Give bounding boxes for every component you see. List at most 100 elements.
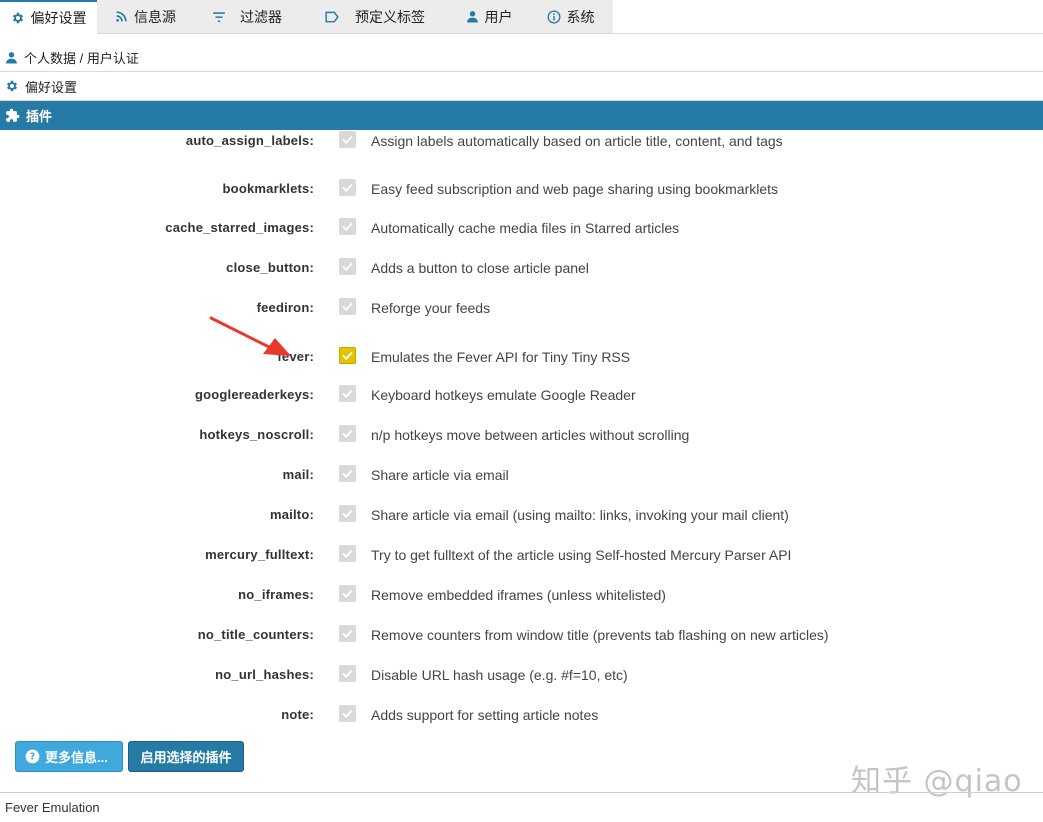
help-icon: ? (25, 749, 40, 764)
plugin-checkbox[interactable] (339, 465, 356, 482)
plugin-name: close_button: (226, 260, 314, 275)
enable-selected-plugins-button[interactable]: 启用选择的插件 (128, 741, 244, 772)
plugin-checkbox-checked[interactable] (339, 347, 356, 364)
filter-icon (213, 11, 225, 22)
check-icon (342, 709, 353, 718)
check-icon (342, 351, 353, 360)
plugin-name: mail: (282, 467, 314, 482)
rss-icon (116, 11, 127, 22)
section-plugins-header[interactable]: 插件 (0, 101, 1043, 130)
user-icon (6, 51, 17, 63)
plugin-name: note: (281, 707, 314, 722)
plugin-row: mail: Share article via email (0, 463, 1043, 487)
plugin-name: no_url_hashes: (215, 667, 314, 682)
plugin-checkbox[interactable] (339, 298, 356, 315)
plugin-checkbox[interactable] (339, 505, 356, 522)
label-icon (325, 11, 339, 22)
plugin-description: Reforge your feeds (371, 300, 491, 316)
check-icon (342, 549, 353, 558)
plugin-name: no_iframes: (238, 587, 314, 602)
plugin-row: hotkeys_noscroll: n/p hotkeys move betwe… (0, 423, 1043, 447)
plugin-row: auto_assign_labels: Assign labels automa… (0, 130, 1043, 153)
gear-icon (6, 80, 18, 92)
plugin-description: Emulates the Fever API for Tiny Tiny RSS (371, 349, 631, 365)
plugin-description: Automatically cache media files in Starr… (371, 220, 680, 236)
plugin-description: Remove counters from window title (preve… (371, 627, 829, 643)
tab-filters[interactable]: 过滤器 (194, 0, 300, 33)
plugin-description: Try to get fulltext of the article using… (371, 547, 792, 563)
tab-label: 信息源 (134, 8, 176, 25)
plugin-row: no_url_hashes: Disable URL hash usage (e… (0, 663, 1043, 687)
plugin-description: Adds support for setting article notes (371, 707, 599, 723)
plugin-checkbox[interactable] (339, 131, 356, 148)
plugin-description: n/p hotkeys move between articles withou… (371, 427, 690, 443)
plugin-row: close_button: Adds a button to close art… (0, 256, 1043, 280)
check-icon (342, 183, 353, 192)
check-icon (342, 429, 353, 438)
button-label: 启用选择的插件 (140, 750, 232, 765)
annotation-arrow (209, 316, 291, 356)
more-info-button[interactable]: ? 更多信息... (15, 741, 123, 772)
tab-feeds[interactable]: 信息源 (97, 0, 194, 33)
plugin-row: note: Adds support for setting article n… (0, 703, 1043, 727)
puzzle-icon (6, 108, 20, 122)
tab-system[interactable]: 系统 (528, 0, 613, 33)
plugin-checkbox[interactable] (339, 258, 356, 275)
plugin-description: Easy feed subscription and web page shar… (371, 181, 779, 197)
tab-strip: 偏好设置 信息源 过滤器 预定义标签 用户 系统 (0, 0, 613, 34)
plugin-checkbox[interactable] (339, 385, 356, 402)
svg-text:?: ? (30, 752, 35, 763)
section-title: 插件 (26, 109, 53, 124)
plugin-description: Remove embedded iframes (unless whitelis… (371, 587, 666, 603)
tab-label: 用户 (484, 8, 513, 25)
plugin-row-fever: fever: Emulates the Fever API for Tiny T… (0, 345, 1043, 369)
button-label: 更多信息... (45, 750, 108, 765)
tab-labels[interactable]: 预定义标签 (300, 0, 450, 33)
plugin-description: Adds a button to close article panel (371, 260, 589, 276)
plugin-list[interactable]: auto_assign_labels: Assign labels automa… (0, 130, 1043, 735)
plugin-name: auto_assign_labels: (185, 133, 314, 148)
check-icon (342, 389, 353, 398)
tab-label: 偏好设置 (30, 10, 87, 26)
check-icon (342, 469, 353, 478)
plugin-checkbox[interactable] (339, 585, 356, 602)
section-preferences-header[interactable]: 偏好设置 (0, 72, 1043, 101)
plugin-description: Share article via email (371, 467, 509, 483)
check-icon (342, 589, 353, 598)
check-icon (342, 509, 353, 518)
section-title: 个人数据 / 用户认证 (24, 50, 139, 66)
plugin-name: googlereaderkeys: (194, 387, 314, 402)
tab-users[interactable]: 用户 (450, 0, 528, 33)
plugin-row: mailto: Share article via email (using m… (0, 503, 1043, 527)
plugin-checkbox[interactable] (339, 625, 356, 642)
plugin-description: Assign labels automatically based on art… (371, 133, 783, 149)
plugin-name: hotkeys_noscroll: (199, 427, 314, 442)
user-icon (466, 11, 478, 23)
status-bar: Fever Emulation (0, 792, 1043, 822)
plugin-row: bookmarklets: Easy feed subscription and… (0, 177, 1043, 201)
plugin-description: Keyboard hotkeys emulate Google Reader (371, 387, 636, 403)
check-icon (342, 669, 353, 678)
top-tab-bar: 偏好设置 信息源 过滤器 预定义标签 用户 系统 (0, 0, 1043, 34)
plugin-row: mercury_fulltext: Try to get fulltext of… (0, 543, 1043, 567)
plugin-row: cache_starred_images: Automatically cach… (0, 216, 1043, 240)
tab-label: 预定义标签 (355, 8, 425, 25)
tab-label: 系统 (566, 8, 595, 25)
plugin-name: mailto: (269, 507, 314, 522)
plugin-checkbox[interactable] (339, 705, 356, 722)
section-profile-header[interactable]: 个人数据 / 用户认证 (0, 43, 1043, 72)
tab-label: 过滤器 (240, 8, 282, 25)
plugin-name: no_title_counters: (197, 627, 314, 642)
plugin-description: Disable URL hash usage (e.g. #f=10, etc) (371, 667, 628, 683)
plugin-checkbox[interactable] (339, 665, 356, 682)
tab-preferences[interactable]: 偏好设置 (0, 0, 97, 34)
check-icon (342, 222, 353, 231)
check-icon (342, 629, 353, 638)
plugin-checkbox[interactable] (339, 545, 356, 562)
plugin-name: bookmarklets: (222, 181, 314, 196)
gear-icon (12, 12, 23, 24)
plugin-row: no_title_counters: Remove counters from … (0, 623, 1043, 647)
plugin-checkbox[interactable] (339, 179, 356, 196)
plugin-checkbox[interactable] (339, 218, 356, 235)
plugin-checkbox[interactable] (339, 425, 356, 442)
